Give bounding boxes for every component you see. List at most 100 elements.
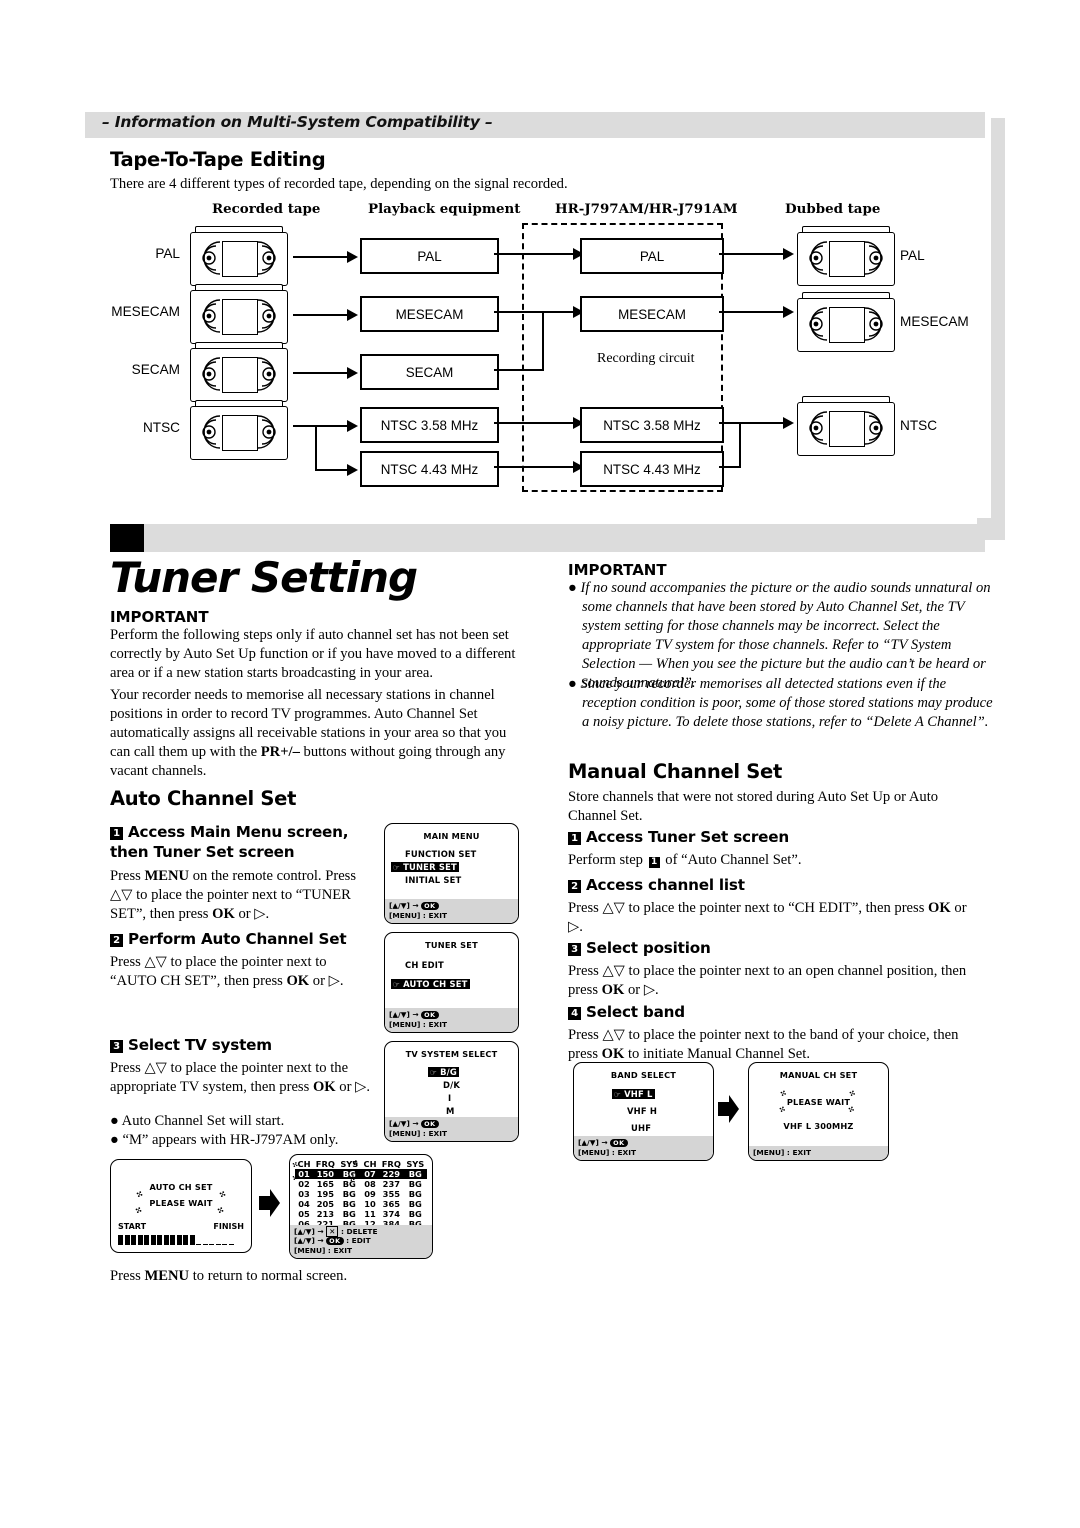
ok-glyph-icon: OK [421, 1120, 439, 1129]
progress-block-filled [170, 1234, 175, 1245]
osd-item-uhf[interactable]: UHF [631, 1123, 651, 1133]
arrow-head-ntsc358 [347, 420, 358, 432]
osd-item-function-set[interactable]: FUNCTION SET [405, 849, 476, 859]
step-title-acs-3: Select TV system [128, 1036, 272, 1054]
manual-channel-set-title: Manual Channel Set [568, 760, 782, 783]
osd-selected-tuner-set[interactable]: ☞ TUNER SET [391, 862, 459, 872]
progress-block-filled [144, 1234, 149, 1245]
dubbed-label-ntsc: NTSC [900, 418, 938, 433]
col-header-recorder: HR-J797AM/HR-J791AM [555, 201, 738, 217]
arrow-head-pal-pb [347, 251, 358, 263]
channel-list-body[interactable]: 01 150 BG 07 229 BG 02 165 BG 08 237 BG 03 195 BG 09 355… [295, 1169, 427, 1229]
playback-box-ntsc443: NTSC 4.43 MHz [360, 451, 499, 487]
channel-cell-sys-2: BG [408, 1199, 422, 1209]
progress-block-filled [189, 1234, 195, 1245]
channel-list-row[interactable]: 04 205 BG 10 365 BG [295, 1199, 427, 1209]
osd-footer-line-2: [MENU] : EXIT [389, 1019, 447, 1029]
step-heading-mcs-2: 2 Access channel list [568, 876, 745, 894]
osd-selected-vhf-l[interactable]: ☞ VHF L [612, 1089, 655, 1099]
osd-item-auto-ch-set[interactable]: ☞ AUTO CH SET [391, 979, 470, 989]
menu-bold-closing: MENU [144, 1268, 190, 1284]
ok-bold-3: OK [312, 1078, 336, 1095]
ok-bold-2: OK [286, 972, 310, 989]
channel-list-row[interactable]: 02 165 BG 08 237 BG [295, 1179, 427, 1189]
osd-item-m[interactable]: M [446, 1106, 455, 1116]
osd-footer-line-1: [▲/▼] → OK [389, 901, 514, 911]
important-bullet-right-2: ● Since your recorder memorises all dete… [568, 676, 993, 730]
step-number-mcs-2: 2 [568, 880, 581, 893]
osd-item-ch-edit[interactable]: CH EDIT [405, 960, 444, 970]
dubbed-label-pal: PAL [900, 248, 925, 263]
osd-main-menu-footer: [▲/▼] → OK [MENU] : EXIT [385, 899, 518, 923]
arrow-line-pal-pb [293, 256, 348, 259]
sparkle-icon-m3: ✣ [777, 1104, 787, 1115]
osd-selected-bg[interactable]: ☞ B/G [428, 1067, 459, 1077]
osd-manual-ch-set-value: VHF L 300MHZ [783, 1121, 854, 1131]
channel-list-table[interactable]: CH FRQ SYS CH FRQ SYS 01 150 BG 07 229 BG 02 16… [295, 1159, 427, 1229]
osd-item-vhf-h[interactable]: VHF H [627, 1106, 657, 1116]
ok-glyph-icon: OK [610, 1139, 628, 1148]
step-heading-acs-1: 1 Access Main Menu screen, then Tuner Set… [110, 822, 380, 862]
acs-bullet-2: ● “M” appears with HR-J797AM only. [110, 1132, 339, 1148]
osd-channel-list[interactable]: CH FRQ SYS CH FRQ SYS 01 150 BG 07 229 BG 02 16… [289, 1154, 433, 1259]
osd-item-bg[interactable]: ☞ B/G [428, 1067, 459, 1077]
osd-item-auto-ch-set-label: AUTO CH SET [403, 979, 468, 989]
important-text-left-1: Perform the following steps only if auto… [110, 627, 516, 681]
channel-list-row[interactable]: 05 213 BG 11 374 BG [295, 1209, 427, 1219]
section-marker-square [110, 524, 144, 552]
osd-selected-auto-ch-set[interactable]: ☞ AUTO CH SET [391, 979, 470, 989]
osd-tv-system-select[interactable]: TV SYSTEM SELECT ☞ B/G D/K I M [▲/▼] → O… [384, 1041, 519, 1142]
row-label-pal: PAL [155, 246, 180, 261]
step-title-acs-2: Perform Auto Channel Set [128, 930, 347, 948]
osd-band-select-footer: [▲/▼] → OK [MENU] : EXIT [574, 1136, 713, 1160]
playback-box-pal: PAL [360, 238, 499, 274]
link-rec-mesecam-out [719, 311, 784, 314]
step-body-acs-2: Press △▽ to place the pointer next to “A… [110, 954, 344, 989]
osd-footer-nav-hint: [▲/▼] → [389, 1119, 419, 1129]
important-text-left-2: Your recorder needs to memorise all nece… [110, 687, 507, 779]
nav-hint-delete: [▲/▼] → [294, 1226, 324, 1236]
osd-footer-line-2: [MENU] : EXIT [578, 1147, 636, 1157]
progress-block-filled [176, 1234, 182, 1245]
channel-cell-frq-1: 165 [316, 1179, 335, 1189]
arrow-line-secam-pb [293, 372, 348, 375]
cassette-recorded-ntsc [190, 400, 288, 460]
channel-cell-frq-2: 229 [382, 1169, 400, 1179]
osd-tuner-set[interactable]: TUNER SET CH EDIT ☞ AUTO CH SET [▲/▼] → … [384, 932, 519, 1033]
recorder-box-ntsc358: NTSC 3.58 MHz [580, 407, 724, 443]
osd-tuner-set-title: TUNER SET [425, 940, 478, 950]
link-ntsc-merge-out [739, 422, 784, 425]
osd-item-dk[interactable]: D/K [443, 1080, 460, 1090]
channel-cell-ch-2: 09 [364, 1189, 376, 1199]
step-number-mcs-1: 1 [568, 832, 581, 845]
acs-closing-text: Press MENU to return to normal screen. [110, 1268, 348, 1284]
channel-cell-sys-1: BG [342, 1209, 356, 1219]
channel-cell-sys-1: BG [342, 1199, 356, 1209]
step-number-acs-1: 1 [110, 827, 123, 840]
step-heading-acs-3: 3 Select TV system [110, 1036, 272, 1054]
ok-glyph-icon: OK [326, 1237, 344, 1246]
important-label-left: IMPORTANT [110, 608, 209, 626]
cassette-dubbed-ntsc [797, 396, 895, 456]
osd-main-menu[interactable]: MAIN MENU FUNCTION SET ☞ TUNER SET INITI… [384, 823, 519, 924]
channel-cell-sys-1: BG [342, 1189, 356, 1199]
pointer-icon: ☞ [393, 863, 400, 872]
step-number-acs-3: 3 [110, 1040, 123, 1053]
step-body-mcs-1: Perform step 1 of “Auto Channel Set”. [568, 852, 802, 868]
pointer-icon: ☞ [430, 1068, 437, 1077]
osd-band-select[interactable]: BAND SELECT ☞ VHF L VHF H UHF [▲/▼] → OK… [573, 1062, 714, 1161]
recording-circuit-label: Recording circuit [597, 351, 695, 366]
sparkle-icon-left2: ✣ [133, 1205, 144, 1216]
osd-item-vhf-l[interactable]: ☞ VHF L [612, 1089, 655, 1099]
dubbed-label-mesecam: MESECAM [900, 314, 969, 329]
osd-item-tuner-set[interactable]: ☞ TUNER SET [391, 862, 459, 872]
channel-list-row[interactable]: 03 195 BG 09 355 BG [295, 1189, 427, 1199]
step-number-mcs-3: 3 [568, 943, 581, 956]
step-number-acs-2: 2 [110, 934, 123, 947]
col-header-recorded-tape: Recorded tape [212, 201, 321, 217]
osd-item-initial-set[interactable]: INITIAL SET [405, 875, 461, 885]
osd-item-i[interactable]: I [448, 1093, 451, 1103]
channel-list-row[interactable]: 01 150 BG 07 229 BG [295, 1169, 427, 1179]
channel-cell-frq-2: 237 [382, 1179, 400, 1189]
progress-label-finish: FINISH [213, 1222, 244, 1231]
